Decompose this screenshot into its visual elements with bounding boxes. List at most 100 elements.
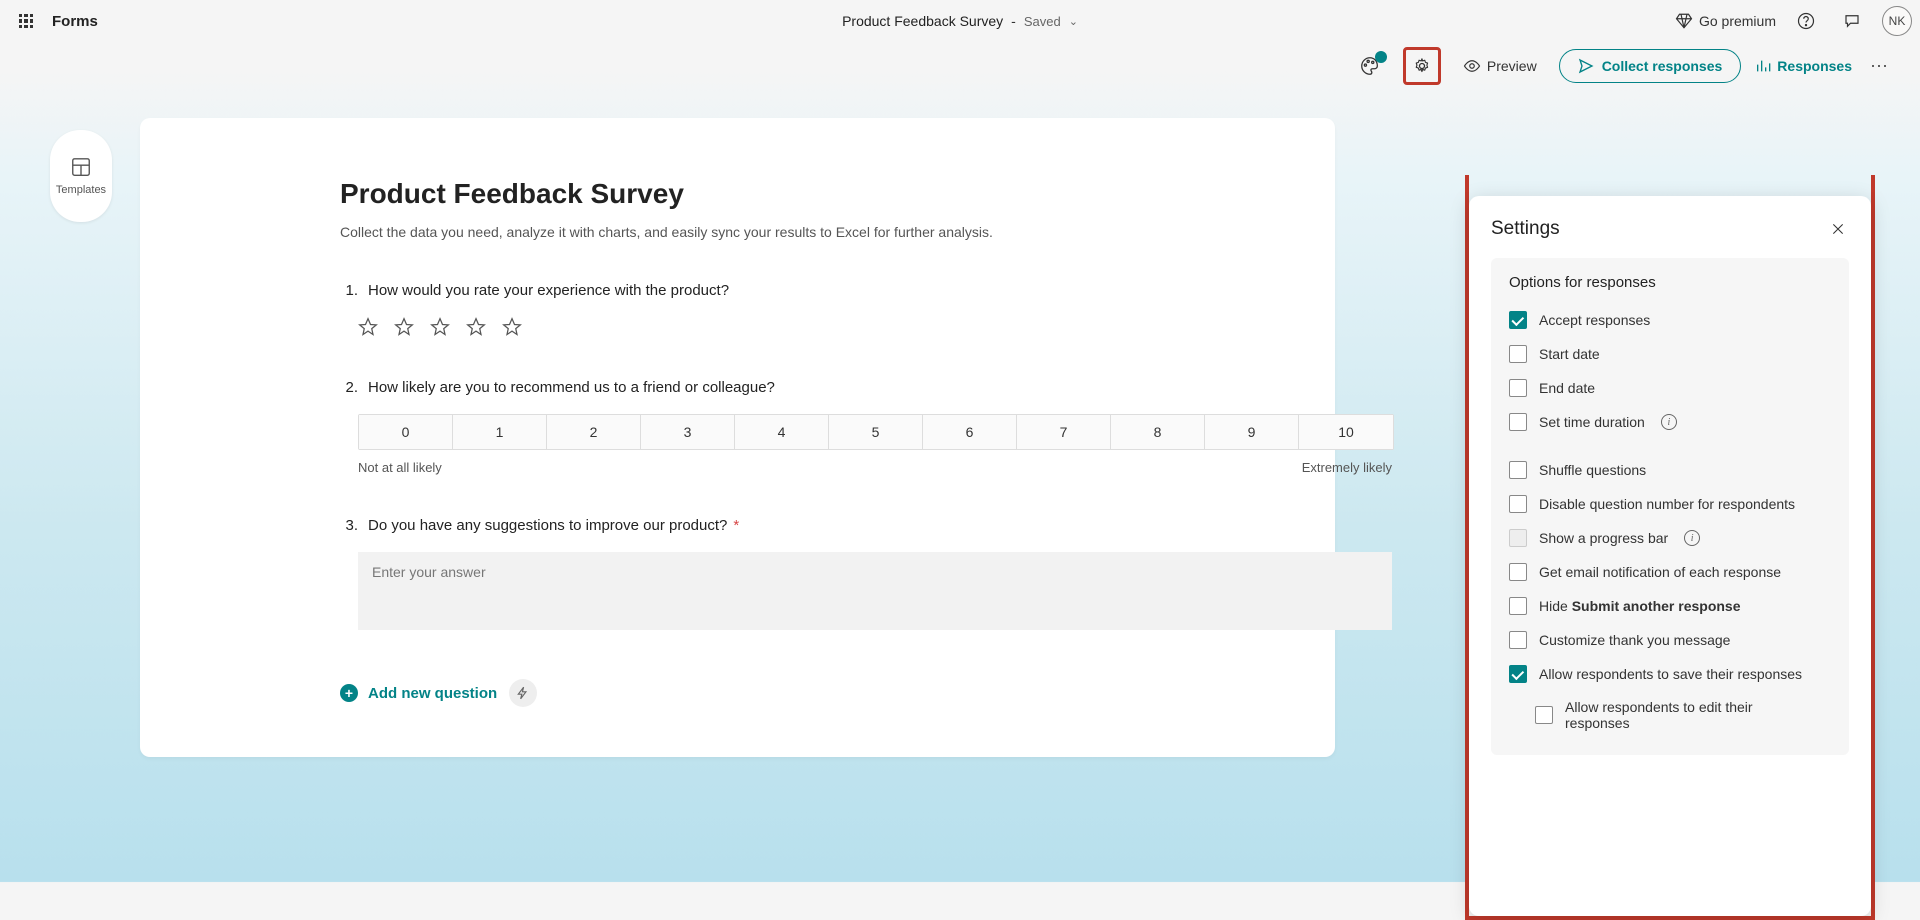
option-allow-save: Allow respondents to save their response…	[1509, 657, 1831, 691]
nps-option-6[interactable]: 6	[923, 415, 1017, 449]
option-time-duration: Set time duration i	[1509, 405, 1831, 439]
header-right: Go premium NK	[1675, 5, 1912, 37]
option-label: Accept responses	[1539, 312, 1650, 328]
close-icon	[1831, 222, 1845, 236]
close-button[interactable]	[1827, 218, 1849, 240]
form-title[interactable]: Product Feedback Survey	[340, 178, 1135, 210]
chevron-down-icon[interactable]: ⌄	[1069, 15, 1078, 28]
title-separator: -	[1011, 13, 1016, 29]
ellipsis-icon: ⋯	[1870, 56, 1888, 76]
section-title: Options for responses	[1509, 274, 1831, 291]
option-label: Show a progress bar	[1539, 530, 1668, 546]
nps-option-0[interactable]: 0	[359, 415, 453, 449]
form-name[interactable]: Product Feedback Survey	[842, 13, 1003, 29]
option-label: Allow respondents to save their response…	[1539, 666, 1802, 682]
info-icon[interactable]: i	[1661, 414, 1677, 430]
add-question-row: + Add new question	[340, 679, 1135, 707]
option-label: Shuffle questions	[1539, 462, 1646, 478]
preview-label: Preview	[1487, 58, 1537, 74]
option-label: Customize thank you message	[1539, 632, 1730, 648]
nps-option-9[interactable]: 9	[1205, 415, 1299, 449]
user-avatar[interactable]: NK	[1882, 6, 1912, 36]
collect-responses-label: Collect responses	[1602, 58, 1723, 74]
nps-option-3[interactable]: 3	[641, 415, 735, 449]
nps-option-8[interactable]: 8	[1111, 415, 1205, 449]
settings-highlight: Settings Options for responses Accept re…	[1465, 192, 1875, 920]
star-1[interactable]	[358, 317, 378, 337]
option-progress-bar: Show a progress bar i	[1509, 521, 1831, 555]
answer-textarea[interactable]	[358, 552, 1392, 630]
question-text: How likely are you to recommend us to a …	[368, 379, 775, 396]
option-label: Hide Submit another response	[1539, 598, 1741, 614]
templates-label: Templates	[56, 184, 106, 196]
help-icon	[1797, 12, 1815, 30]
option-label: Allow respondents to edit their response…	[1565, 699, 1785, 731]
option-label: Start date	[1539, 346, 1600, 362]
bolt-icon	[516, 686, 530, 700]
nps-option-2[interactable]: 2	[547, 415, 641, 449]
collect-responses-button[interactable]: Collect responses	[1559, 49, 1742, 83]
chat-icon	[1843, 12, 1861, 30]
app-launcher-icon	[19, 14, 33, 28]
question-2[interactable]: 2. How likely are you to recommend us to…	[340, 379, 1135, 475]
checkbox-shuffle-questions[interactable]	[1509, 461, 1527, 479]
nps-high-label: Extremely likely	[1302, 460, 1392, 475]
nps-option-7[interactable]: 7	[1017, 415, 1111, 449]
suggest-questions-button[interactable]	[509, 679, 537, 707]
checkbox-allow-edit[interactable]	[1535, 706, 1553, 724]
star-3[interactable]	[430, 317, 450, 337]
nps-option-5[interactable]: 5	[829, 415, 923, 449]
form-card: Product Feedback Survey Collect the data…	[140, 118, 1335, 757]
feedback-button[interactable]	[1836, 5, 1868, 37]
question-3[interactable]: 3. Do you have any suggestions to improv…	[340, 517, 1135, 635]
nps-option-10[interactable]: 10	[1299, 415, 1393, 449]
checkbox-end-date[interactable]	[1509, 379, 1527, 397]
star-4[interactable]	[466, 317, 486, 337]
option-start-date: Start date	[1509, 337, 1831, 371]
gear-icon	[1412, 56, 1432, 76]
star-5[interactable]	[502, 317, 522, 337]
nps-labels: Not at all likely Extremely likely	[358, 460, 1392, 475]
checkbox-start-date[interactable]	[1509, 345, 1527, 363]
option-end-date: End date	[1509, 371, 1831, 405]
form-description[interactable]: Collect the data you need, analyze it wi…	[340, 224, 1135, 240]
nps-scale: 0 1 2 3 4 5 6 7 8 9 10	[358, 414, 1394, 450]
app-launcher-button[interactable]	[8, 3, 44, 39]
app-title[interactable]: Forms	[52, 13, 98, 30]
checkbox-accept-responses[interactable]	[1509, 311, 1527, 329]
option-disable-question-number: Disable question number for respondents	[1509, 487, 1831, 521]
add-question-label: Add new question	[368, 685, 497, 702]
content-area: Product Feedback Survey Collect the data…	[0, 90, 1920, 882]
send-icon	[1578, 58, 1594, 74]
preview-button[interactable]: Preview	[1455, 49, 1545, 83]
checkbox-allow-save[interactable]	[1509, 665, 1527, 683]
question-number: 1.	[340, 282, 358, 299]
go-premium-button[interactable]: Go premium	[1675, 12, 1776, 30]
checkbox-email-notification[interactable]	[1509, 563, 1527, 581]
option-accept-responses: Accept responses	[1509, 303, 1831, 337]
responses-button[interactable]: Responses	[1755, 58, 1852, 74]
info-icon[interactable]: i	[1684, 530, 1700, 546]
settings-button[interactable]	[1403, 47, 1441, 85]
nps-option-4[interactable]: 4	[735, 415, 829, 449]
header-bar: Forms Product Feedback Survey - Saved ⌄ …	[0, 0, 1920, 42]
help-button[interactable]	[1790, 5, 1822, 37]
checkbox-time-duration[interactable]	[1509, 413, 1527, 431]
nps-option-1[interactable]: 1	[453, 415, 547, 449]
question-1[interactable]: 1. How would you rate your experience wi…	[340, 282, 1135, 337]
checkbox-hide-submit-another[interactable]	[1509, 597, 1527, 615]
checkbox-customize-thanks[interactable]	[1509, 631, 1527, 649]
option-allow-edit: Allow respondents to edit their response…	[1535, 691, 1831, 739]
checkbox-disable-question-number[interactable]	[1509, 495, 1527, 513]
option-label: Get email notification of each response	[1539, 564, 1781, 580]
star-2[interactable]	[394, 317, 414, 337]
settings-title: Settings	[1491, 218, 1560, 240]
add-question-button[interactable]: + Add new question	[340, 684, 497, 702]
chart-icon	[1755, 58, 1771, 74]
style-button[interactable]	[1351, 49, 1389, 83]
checkbox-progress-bar	[1509, 529, 1527, 547]
question-number: 3.	[340, 517, 358, 534]
templates-tab[interactable]: Templates	[50, 130, 112, 222]
style-notification-badge	[1375, 51, 1387, 63]
more-button[interactable]: ⋯	[1866, 56, 1892, 77]
